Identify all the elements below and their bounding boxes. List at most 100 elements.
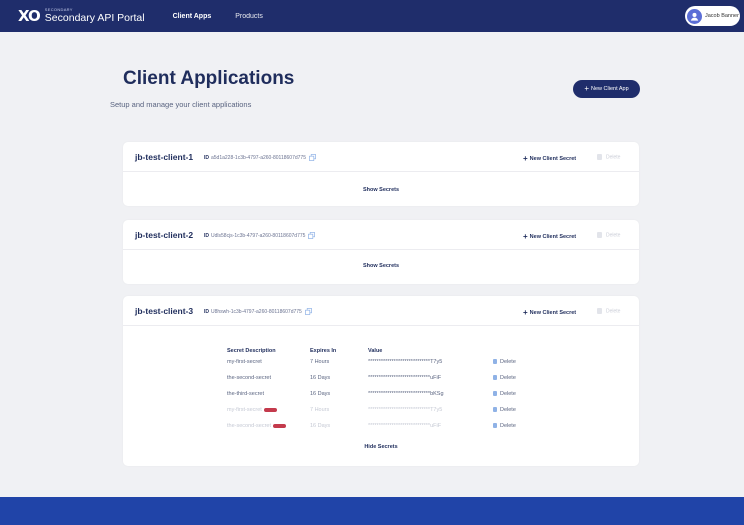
secret-row: my-first-secret 7 Hours ****************… (227, 359, 547, 371)
delete-secret-button[interactable]: Delete (493, 423, 516, 429)
secret-expires: 16 Days (310, 423, 331, 429)
new-client-secret-button[interactable]: + New Client Secret (523, 232, 576, 241)
client-id: ID Udls58cjs-1c3b-4797-a260-80118607d775 (204, 232, 316, 239)
logo-mark: XO (18, 7, 41, 25)
expired-badge (273, 423, 287, 428)
copy-icon[interactable] (304, 308, 312, 315)
client-id-value: a5d1a228-1c3b-4797-a260-80118607d775 (211, 154, 306, 161)
secret-value: *****************************uFiF (368, 423, 442, 429)
delete-client-label: Delete (606, 232, 621, 239)
secret-description-text: my-first-secret (227, 407, 262, 413)
client-card-header: jb-test-client-3 ID U8hswh-1c3b-4797-a260… (123, 296, 639, 326)
new-client-secret-button[interactable]: + New Client Secret (523, 154, 576, 163)
column-header-description: Secret Description (227, 348, 276, 354)
delete-secret-button[interactable]: Delete (493, 359, 516, 365)
delete-secret-label: Delete (500, 407, 516, 413)
plus-icon: + (523, 154, 528, 163)
client-id: ID a5d1a228-1c3b-4797-a260-80118607d775 (204, 154, 316, 161)
secret-description: the-second-secret (227, 423, 287, 429)
trash-icon (493, 375, 497, 381)
plus-icon: + (523, 308, 528, 317)
new-client-secret-label: New Client Secret (529, 155, 577, 162)
client-id-value: Udls58cjs-1c3b-4797-a260-80118607d775 (211, 232, 306, 239)
copy-icon[interactable] (308, 232, 316, 239)
page-subtitle: Setup and manage your client application… (110, 100, 252, 109)
delete-secret-button[interactable]: Delete (493, 407, 516, 413)
new-client-secret-label: New Client Secret (529, 233, 577, 240)
delete-secret-label: Delete (500, 359, 516, 365)
show-secrets-button[interactable]: Show Secrets (123, 263, 639, 269)
client-card-header: jb-test-client-1 ID a5d1a228-1c3b-4797-a2… (123, 142, 639, 172)
plus-icon: + (523, 232, 528, 241)
trash-icon (493, 391, 497, 397)
client-card: jb-test-client-2 ID Udls58cjs-1c3b-4797-a… (123, 220, 639, 284)
secret-expires: 7 Hours (310, 359, 330, 365)
footer-bar (0, 497, 744, 525)
delete-client-label: Delete (606, 154, 621, 161)
top-nav-bar: XO SECONDARY Secondary API Portal Client… (0, 0, 744, 32)
secret-expires: 16 Days (310, 375, 331, 381)
new-client-app-label: New Client App (591, 86, 629, 92)
secret-description-text: the-second-secret (227, 423, 272, 429)
new-client-secret-button[interactable]: + New Client Secret (523, 308, 576, 317)
delete-secret-label: Delete (500, 423, 516, 429)
user-menu[interactable]: Jacob Banner (685, 6, 740, 26)
client-id-label: ID (204, 154, 209, 161)
trash-icon (493, 359, 497, 365)
secret-expires: 16 Days (310, 391, 331, 397)
client-id-value: U8hswh-1c3b-4797-a260-80118607d775 (211, 308, 302, 315)
trash-icon (597, 154, 602, 160)
nav-client-apps[interactable]: Client Apps (173, 13, 212, 20)
secret-value: *****************************bKSg (368, 391, 444, 397)
plus-icon: + (584, 84, 590, 93)
secret-description: the-second-secret (227, 375, 272, 381)
main-nav: Client Apps Products (173, 13, 287, 20)
trash-icon (597, 232, 602, 238)
client-name: jb-test-client-2 (135, 230, 194, 240)
page-title: Client Applications (123, 68, 295, 89)
hide-secrets-button[interactable]: Hide Secrets (123, 444, 639, 450)
user-avatar-icon (687, 8, 702, 24)
new-client-app-button[interactable]: + New Client App (573, 80, 640, 98)
copy-icon[interactable] (309, 154, 316, 161)
secret-expires: 7 Hours (310, 407, 330, 413)
delete-client-button[interactable]: Delete (597, 154, 620, 160)
client-id-label: ID (204, 308, 209, 315)
column-header-value: Value (368, 348, 383, 354)
delete-secret-button[interactable]: Delete (493, 391, 516, 397)
client-name: jb-test-client-1 (135, 152, 194, 162)
trash-icon (493, 407, 497, 413)
delete-client-button[interactable]: Delete (597, 232, 620, 238)
client-name: jb-test-client-3 (135, 306, 194, 316)
expired-badge (263, 407, 277, 412)
logo-text: SECONDARY Secondary API Portal (45, 8, 145, 24)
secret-value: *****************************uFiF (368, 375, 442, 381)
delete-secret-button[interactable]: Delete (493, 375, 516, 381)
delete-secret-label: Delete (500, 391, 516, 397)
secret-row-expired: my-first-secret 7 Hours ****************… (227, 407, 547, 419)
show-secrets-button[interactable]: Show Secrets (123, 187, 639, 193)
trash-icon (493, 423, 497, 429)
client-id-label: ID (204, 232, 209, 239)
secret-value: *****************************T7y5 (368, 359, 443, 365)
client-id: ID U8hswh-1c3b-4797-a260-80118607d775 (204, 308, 312, 315)
client-card: jb-test-client-3 ID U8hswh-1c3b-4797-a260… (123, 296, 639, 466)
user-name: Jacob Banner (705, 13, 739, 19)
column-header-expires: Expires In (310, 348, 337, 354)
portal-title: Secondary API Portal (44, 12, 145, 25)
secret-row-expired: the-second-secret 16 Days **************… (227, 423, 547, 435)
delete-client-label: Delete (606, 308, 621, 315)
new-client-secret-label: New Client Secret (529, 309, 577, 316)
secret-row: the-third-secret 16 Days ***************… (227, 391, 547, 403)
secret-row: the-second-secret 16 Days **************… (227, 375, 547, 387)
secret-value: *****************************T7y5 (368, 407, 443, 413)
delete-client-button[interactable]: Delete (597, 308, 620, 314)
secret-description: the-third-secret (227, 391, 264, 397)
nav-products[interactable]: Products (235, 13, 263, 20)
client-card-header: jb-test-client-2 ID Udls58cjs-1c3b-4797-a… (123, 220, 639, 250)
secret-description: my-first-secret (227, 359, 262, 365)
portal-logo[interactable]: XO SECONDARY Secondary API Portal (18, 7, 145, 25)
secret-description: my-first-secret (227, 407, 277, 413)
client-card: jb-test-client-1 ID a5d1a228-1c3b-4797-a2… (123, 142, 639, 206)
delete-secret-label: Delete (500, 375, 516, 381)
